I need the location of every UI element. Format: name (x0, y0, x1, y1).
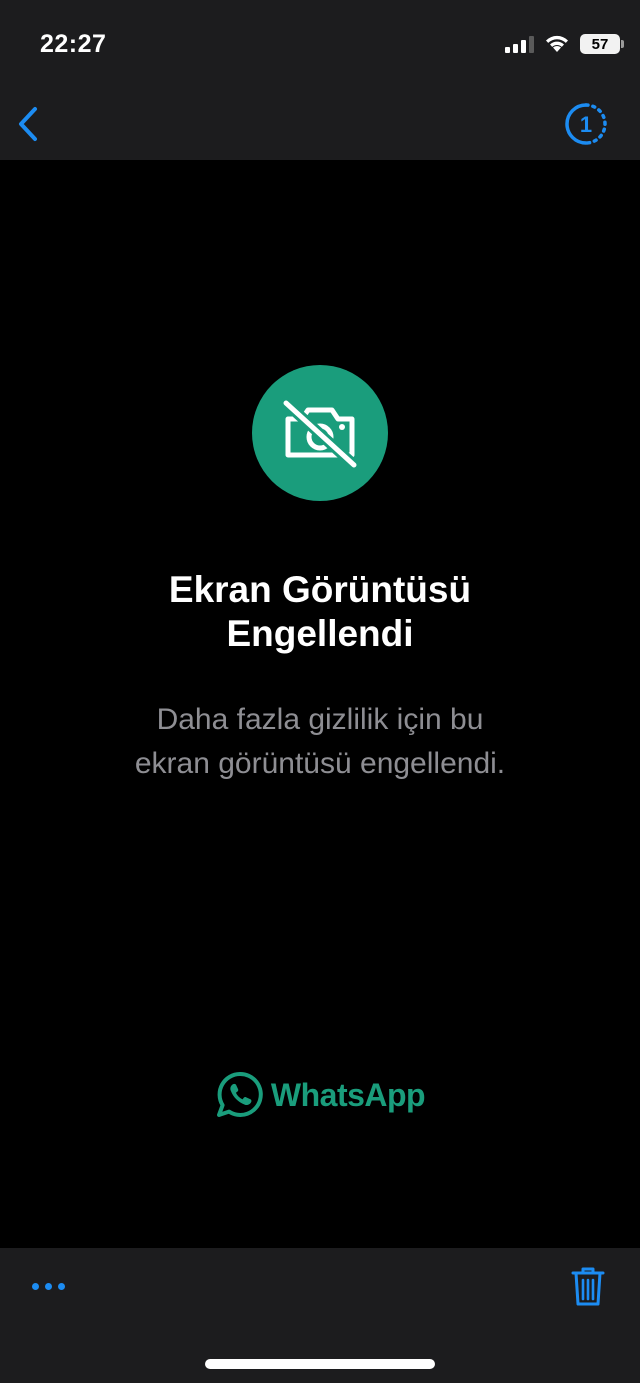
subtitle-line-1: Daha fazla gizlilik için bu (156, 703, 484, 736)
title-line-2: Engellendi (226, 613, 414, 654)
status-bar: 22:27 57 (0, 0, 640, 90)
blocked-title: Ekran Görüntüsü Engellendi (40, 568, 600, 656)
screen: 22:27 57 1 Ekran Görüntüsü Engellendi Da… (0, 0, 640, 1383)
whatsapp-brand: WhatsApp (0, 1070, 640, 1120)
whatsapp-logo-icon (216, 1071, 263, 1117)
top-area: 22:27 57 1 (0, 0, 640, 160)
trash-icon (571, 1267, 605, 1306)
more-options-button[interactable] (26, 1270, 70, 1302)
chevron-left-icon (19, 107, 37, 141)
battery-icon: 57 (580, 34, 624, 54)
home-indicator[interactable] (205, 1359, 435, 1369)
signal-icon (505, 35, 534, 53)
status-icons: 57 (505, 34, 624, 54)
ellipsis-icon-dot (31, 1282, 39, 1290)
battery-level: 57 (591, 35, 609, 53)
content-area: Ekran Görüntüsü Engellendi Daha fazla gi… (0, 160, 640, 1248)
blocked-icon-circle (252, 365, 388, 501)
subtitle-line-2: ekran görüntüsü engellendi. (134, 747, 506, 780)
status-time: 22:27 (40, 30, 107, 58)
nav-bar: 1 (0, 90, 640, 160)
bottom-toolbar (0, 1248, 640, 1383)
title-line-1: Ekran Görüntüsü (168, 569, 472, 610)
blocked-subtitle: Daha fazla gizlilik için bu ekran görünt… (40, 698, 600, 786)
ellipsis-icon-dot (44, 1282, 52, 1290)
delete-button[interactable] (570, 1264, 606, 1308)
view-once-label: 1 (580, 112, 592, 137)
ellipsis-icon-dot (57, 1282, 65, 1290)
camera-off-icon (280, 397, 360, 469)
whatsapp-wordmark: WhatsApp (270, 1076, 426, 1113)
wifi-icon (546, 35, 568, 52)
back-button[interactable] (10, 102, 46, 146)
view-once-icon: 1 (565, 103, 607, 145)
view-once-button[interactable]: 1 (562, 100, 610, 148)
